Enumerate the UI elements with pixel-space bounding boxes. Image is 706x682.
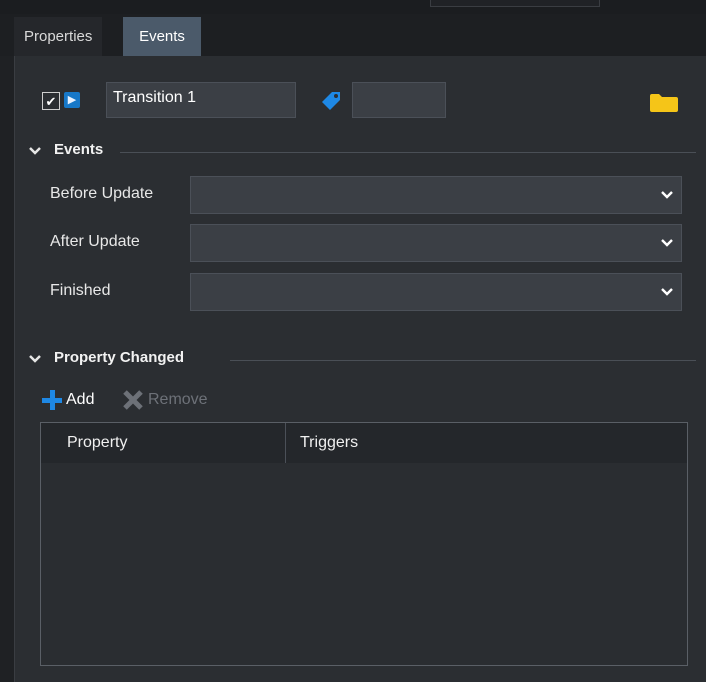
top-strip [0, 0, 706, 14]
tab-events[interactable]: Events [123, 17, 201, 56]
add-label: Add [66, 391, 95, 408]
chevron-down-icon [29, 355, 41, 363]
column-header-triggers[interactable]: Triggers [285, 423, 702, 463]
table-header: Property Triggers [41, 423, 687, 463]
tab-properties[interactable]: Properties [14, 17, 103, 56]
chevron-down-icon [29, 147, 41, 155]
property-changed-toolbar: Add Remove [42, 390, 342, 410]
events-section-header[interactable]: Events [28, 141, 696, 163]
remove-button[interactable]: Remove [122, 390, 208, 410]
transition-node-icon: ▶ [64, 92, 80, 108]
object-header-row: ✔ ▶ Transition 1 [28, 82, 688, 118]
events-section-title: Events [54, 141, 104, 158]
folder-icon[interactable] [650, 94, 678, 112]
property-changed-section-header[interactable]: Property Changed [28, 349, 696, 371]
tag-field[interactable] [352, 82, 446, 118]
before-update-combo[interactable] [190, 176, 682, 214]
property-changed-section-title: Property Changed [54, 349, 185, 366]
column-header-property[interactable]: Property [67, 423, 127, 463]
remove-x-icon [123, 390, 143, 410]
top-ghost-control [430, 0, 600, 7]
section-divider [120, 152, 696, 153]
chevron-down-icon [661, 239, 673, 247]
after-update-label: After Update [50, 233, 140, 250]
object-name-field[interactable]: Transition 1 [106, 82, 296, 118]
chevron-down-icon [661, 288, 673, 296]
property-triggers-table[interactable]: Property Triggers [40, 422, 688, 666]
after-update-combo[interactable] [190, 224, 682, 262]
finished-combo[interactable] [190, 273, 682, 311]
tag-icon[interactable] [320, 90, 342, 112]
remove-label: Remove [148, 391, 208, 408]
enabled-checkbox[interactable]: ✔ [42, 92, 60, 110]
finished-label: Finished [50, 282, 111, 299]
chevron-down-icon [661, 191, 673, 199]
add-button[interactable]: Add [42, 390, 94, 410]
checkmark-icon: ✔ [45, 93, 57, 109]
tab-bar: Properties Events [0, 14, 706, 56]
plus-icon [42, 390, 62, 410]
before-update-label: Before Update [50, 185, 154, 202]
section-divider [230, 360, 696, 361]
